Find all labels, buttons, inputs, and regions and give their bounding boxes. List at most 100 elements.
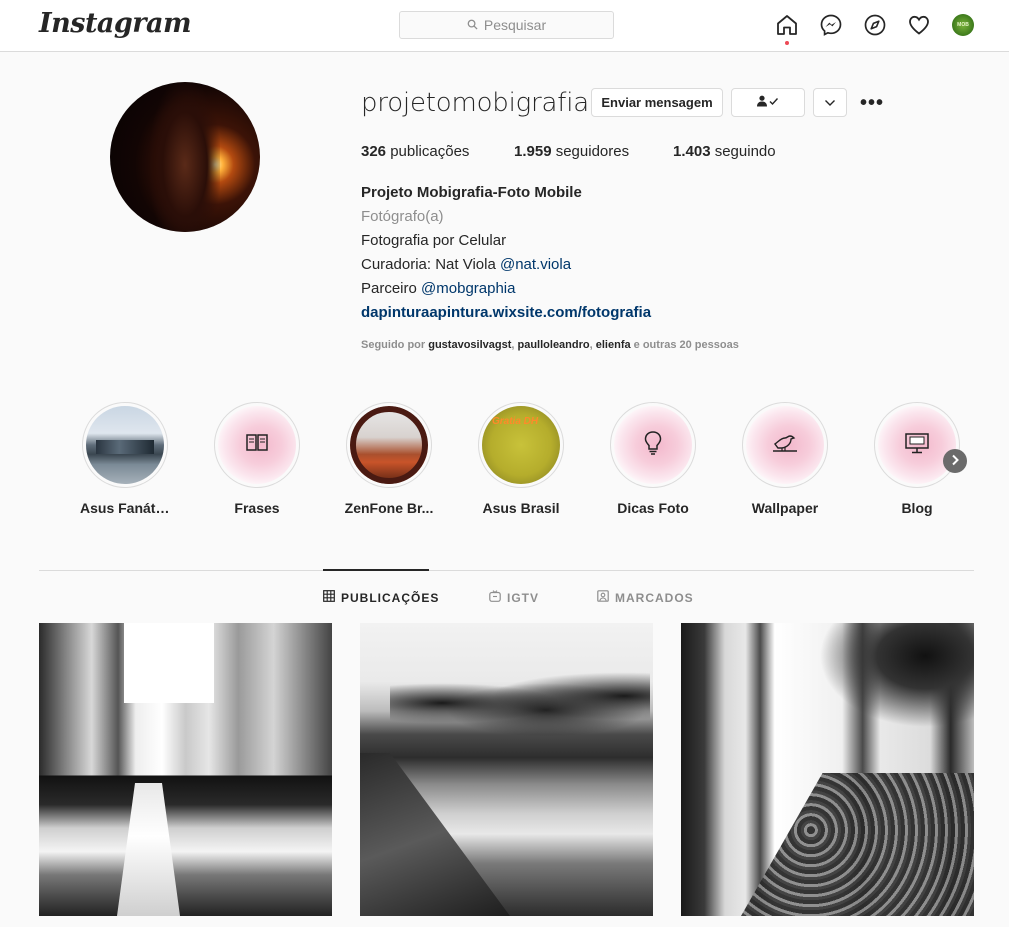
user-check-icon bbox=[756, 95, 780, 110]
highlight-label: Asus Brasil bbox=[482, 500, 560, 516]
bio-website-link[interactable]: dapinturaapintura.wixsite.com/fotografia bbox=[361, 301, 651, 325]
bio-line-2-text: Curadoria: Nat Viola bbox=[361, 256, 500, 273]
bio-category: Fotógrafo(a) bbox=[361, 208, 444, 225]
highlight-cover-photo: Gratia DH bbox=[482, 406, 560, 484]
monitor-icon bbox=[904, 431, 930, 460]
search-input[interactable]: Pesquisar bbox=[399, 11, 614, 39]
instagram-logo[interactable]: Instagram bbox=[39, 8, 192, 39]
post-image-detail bbox=[124, 623, 214, 703]
followers-count[interactable]: 1.959 seguidores bbox=[514, 143, 629, 160]
post-image-detail bbox=[360, 753, 510, 916]
bio-line-3: Parceiro @mobgraphia bbox=[361, 277, 515, 301]
followed-by-text[interactable]: Seguido por gustavosilvagst, paulloleand… bbox=[361, 339, 739, 351]
story-highlight[interactable]: Wallpaper bbox=[740, 402, 830, 516]
following-count-label: seguindo bbox=[710, 143, 776, 160]
following-count-number: 1.403 bbox=[673, 143, 711, 160]
posts-count-label: publicações bbox=[386, 143, 470, 160]
highlight-ring: Gratia DH bbox=[478, 402, 564, 488]
messenger-icon[interactable] bbox=[819, 13, 843, 37]
grid-icon bbox=[323, 590, 335, 605]
top-navigation-bar: Instagram Pesquisar MOB bbox=[0, 0, 1009, 52]
highlights-next-button[interactable] bbox=[943, 449, 967, 473]
avatar-text: MOB bbox=[957, 22, 969, 28]
post-thumbnail[interactable] bbox=[681, 623, 974, 916]
post-image-detail bbox=[117, 783, 180, 916]
story-highlight[interactable]: Asus Fanáti... bbox=[80, 402, 170, 516]
active-tab-indicator bbox=[323, 569, 429, 571]
followed-by-prefix: Seguido por bbox=[361, 339, 429, 351]
bio-mention-nat-viola[interactable]: @nat.viola bbox=[500, 256, 571, 273]
tab-label: MARCADOS bbox=[615, 590, 694, 605]
highlight-cover-pink bbox=[878, 406, 956, 484]
highlight-cover-pink bbox=[614, 406, 692, 484]
bio-line-1: Fotografia por Celular bbox=[361, 232, 507, 249]
bio-line-3-text: Parceiro bbox=[361, 280, 422, 297]
tabs-divider bbox=[39, 570, 974, 571]
followed-by-user[interactable]: gustavosilvagst bbox=[428, 339, 511, 351]
story-highlight[interactable]: Dicas Foto bbox=[608, 402, 698, 516]
story-highlight[interactable]: Gratia DH Asus Brasil bbox=[476, 402, 566, 516]
highlight-cover-text: Gratia DH bbox=[492, 416, 539, 427]
chevron-right-icon bbox=[951, 453, 959, 469]
bio-mention-mobgraphia[interactable]: @mobgraphia bbox=[421, 280, 515, 297]
book-icon bbox=[245, 432, 269, 458]
suggestions-dropdown-button[interactable] bbox=[813, 88, 847, 117]
followed-by-suffix: e outras 20 pessoas bbox=[630, 339, 739, 351]
story-highlight[interactable]: ZenFone Br... bbox=[344, 402, 434, 516]
highlight-cover-detail bbox=[96, 440, 154, 454]
post-image-detail bbox=[741, 773, 974, 916]
followed-by-user[interactable]: paulloleandro bbox=[518, 339, 590, 351]
bio-full-name: Projeto Mobigrafia-Foto Mobile bbox=[361, 184, 582, 201]
highlight-label: Frases bbox=[234, 500, 280, 516]
home-icon[interactable] bbox=[775, 13, 799, 45]
notification-dot bbox=[785, 41, 789, 45]
igtv-icon bbox=[489, 590, 501, 605]
highlight-label: ZenFone Br... bbox=[344, 500, 434, 516]
highlight-label: Wallpaper bbox=[751, 500, 819, 516]
tab-igtv[interactable]: IGTV bbox=[489, 590, 539, 605]
options-more-button[interactable]: ••• bbox=[860, 92, 884, 115]
highlight-ring bbox=[82, 402, 168, 488]
lightbulb-icon bbox=[643, 430, 663, 461]
highlight-ring bbox=[610, 402, 696, 488]
search-icon bbox=[467, 17, 478, 33]
post-thumbnail[interactable] bbox=[360, 623, 653, 916]
followed-by-user[interactable]: elienfa bbox=[596, 339, 631, 351]
highlight-ring bbox=[214, 402, 300, 488]
highlight-label: Blog bbox=[901, 500, 933, 516]
highlight-cover-pink bbox=[746, 406, 824, 484]
highlight-cover-photo bbox=[350, 406, 428, 484]
chevron-down-icon bbox=[824, 95, 836, 110]
posts-count: 326 publicações bbox=[361, 143, 469, 160]
post-image-detail bbox=[390, 668, 650, 738]
highlight-cover-photo bbox=[86, 406, 164, 484]
following-button[interactable] bbox=[731, 88, 805, 117]
profile-username: projetomobigrafia bbox=[361, 88, 589, 118]
profile-avatar[interactable]: MOB bbox=[952, 14, 974, 36]
followers-count-number: 1.959 bbox=[514, 143, 552, 160]
bird-icon bbox=[772, 432, 798, 459]
activity-heart-icon[interactable] bbox=[907, 13, 931, 37]
highlight-cover-frame bbox=[350, 406, 428, 484]
post-thumbnail[interactable] bbox=[39, 623, 332, 916]
highlight-ring bbox=[874, 402, 960, 488]
profile-picture[interactable] bbox=[110, 82, 260, 232]
highlight-label: Asus Fanáti... bbox=[80, 500, 170, 516]
search-placeholder: Pesquisar bbox=[483, 17, 547, 33]
followers-count-label: seguidores bbox=[551, 143, 630, 160]
posts-count-number: 326 bbox=[361, 143, 387, 160]
tab-label: PUBLICAÇÕES bbox=[341, 590, 440, 605]
tab-marcados[interactable]: MARCADOS bbox=[597, 590, 694, 605]
bio-line-2: Curadoria: Nat Viola @nat.viola bbox=[361, 253, 571, 277]
highlight-label: Dicas Foto bbox=[617, 500, 689, 516]
explore-compass-icon[interactable] bbox=[863, 13, 887, 37]
highlight-ring bbox=[742, 402, 828, 488]
story-highlight[interactable]: Frases bbox=[212, 402, 302, 516]
post-image-detail bbox=[811, 623, 974, 733]
following-count[interactable]: 1.403 seguindo bbox=[673, 143, 776, 160]
tab-label: IGTV bbox=[507, 590, 540, 605]
profile-picture-image bbox=[150, 82, 220, 232]
send-message-button[interactable]: Enviar mensagem bbox=[591, 88, 723, 117]
tab-publicacoes[interactable]: PUBLICAÇÕES bbox=[323, 590, 439, 605]
highlight-cover-pink bbox=[218, 406, 296, 484]
